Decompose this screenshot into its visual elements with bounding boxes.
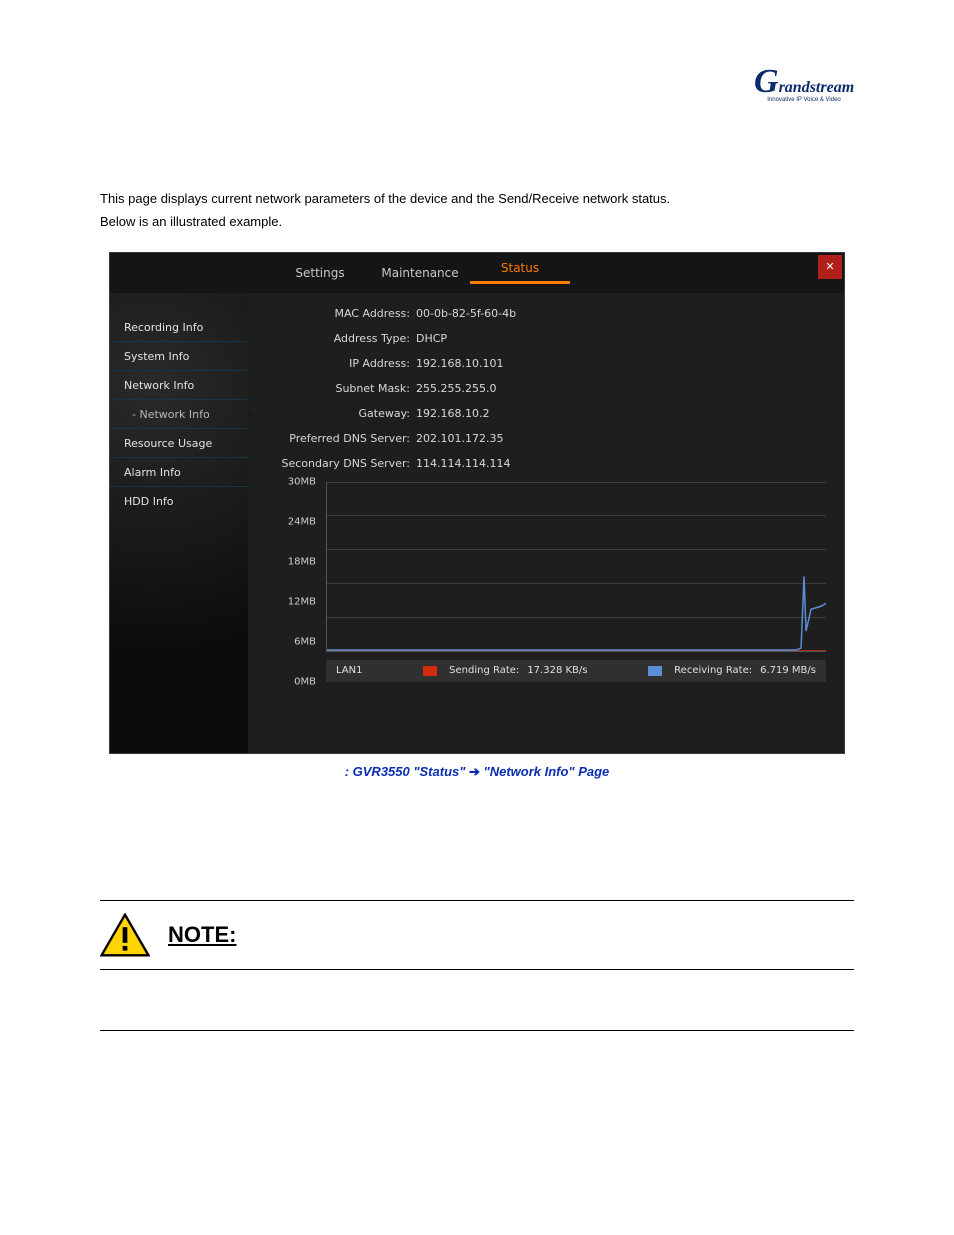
logo-initial: G <box>754 63 779 100</box>
document-page: Grandstream Innovative IP Voice & Video … <box>0 0 954 1175</box>
note-label: NOTE: <box>168 922 236 948</box>
close-icon[interactable]: ✕ <box>818 255 842 279</box>
label-dns1: Preferred DNS Server: <box>266 432 416 445</box>
label-mask: Subnet Mask: <box>266 382 416 395</box>
warning-icon <box>100 913 150 957</box>
legend-recv-value: 6.719 MB/s <box>760 665 816 676</box>
brand-logo: Grandstream Innovative IP Voice & Video <box>754 70 854 103</box>
ytick-24: 24MB <box>288 516 316 527</box>
bandwidth-chart: 30MB 24MB 18MB 12MB 6MB 0MB <box>286 482 826 682</box>
value-addr-type: DHCP <box>416 332 826 345</box>
sidebar-item-resource[interactable]: Resource Usage <box>110 429 248 458</box>
value-gateway: 192.168.10.2 <box>416 407 826 420</box>
page-footer <box>100 1030 854 1035</box>
logo-tagline: Innovative IP Voice & Video <box>754 97 854 103</box>
sidebar-item-network-sub[interactable]: - Network Info <box>110 400 248 429</box>
value-mask: 255.255.255.0 <box>416 382 826 395</box>
sidebar-item-network[interactable]: Network Info <box>110 371 248 400</box>
sidebar-item-hdd[interactable]: HDD Info <box>110 487 248 516</box>
chart-y-axis: 30MB 24MB 18MB 12MB 6MB 0MB <box>276 482 316 682</box>
swatch-send-icon <box>423 666 437 676</box>
sidebar: Recording Info System Info Network Info … <box>110 293 248 753</box>
chart-legend: LAN1 Sending Rate: 17.328 KB/s Receiving… <box>326 660 826 682</box>
value-ip: 192.168.10.101 <box>416 357 826 370</box>
label-dns2: Secondary DNS Server: <box>266 457 416 470</box>
tab-maintenance[interactable]: Maintenance <box>370 266 470 280</box>
intro-line-1: This page displays current network param… <box>100 190 854 209</box>
window-tabbar: Settings Maintenance Status ✕ <box>110 253 844 293</box>
sidebar-spacer <box>110 293 248 313</box>
tab-settings[interactable]: Settings <box>270 266 370 280</box>
legend-lan: LAN1 <box>336 665 362 676</box>
legend-send-value: 17.328 KB/s <box>527 665 587 676</box>
intro-line-2: Below is an illustrated example. <box>100 213 854 232</box>
sidebar-item-recording[interactable]: Recording Info <box>110 313 248 342</box>
sidebar-item-alarm[interactable]: Alarm Info <box>110 458 248 487</box>
figure-caption: : GVR3550 "Status" ➔ "Network Info" Page <box>100 764 854 780</box>
intro-text: This page displays current network param… <box>100 190 854 232</box>
legend-recv-label: Receiving Rate: <box>674 665 752 676</box>
swatch-recv-icon <box>648 666 662 676</box>
tab-status[interactable]: Status <box>470 261 570 284</box>
value-dns2: 114.114.114.114 <box>416 457 826 470</box>
note-box: NOTE: <box>100 900 854 970</box>
content-pane: MAC Address:00-0b-82-5f-60-4b Address Ty… <box>248 293 844 753</box>
logo-word: randstream <box>779 79 855 96</box>
ytick-0: 0MB <box>294 676 316 687</box>
app-window: Settings Maintenance Status ✕ Recording … <box>109 252 845 754</box>
ytick-6: 6MB <box>294 636 316 647</box>
ytick-12: 12MB <box>288 596 316 607</box>
ytick-30: 30MB <box>288 476 316 487</box>
chart-plot-area <box>326 482 826 652</box>
label-gateway: Gateway: <box>266 407 416 420</box>
legend-send-label: Sending Rate: <box>449 665 519 676</box>
arrow-icon: ➔ <box>469 764 480 779</box>
label-addr-type: Address Type: <box>266 332 416 345</box>
label-mac: MAC Address: <box>266 307 416 320</box>
value-mac: 00-0b-82-5f-60-4b <box>416 307 826 320</box>
value-dns1: 202.101.172.35 <box>416 432 826 445</box>
ytick-18: 18MB <box>288 556 316 567</box>
sidebar-item-system[interactable]: System Info <box>110 342 248 371</box>
caption-prefix: : GVR3550 "Status" <box>345 764 469 779</box>
window-body: Recording Info System Info Network Info … <box>110 293 844 753</box>
label-ip: IP Address: <box>266 357 416 370</box>
caption-suffix: "Network Info" Page <box>480 764 609 779</box>
chart-lines <box>327 482 826 651</box>
